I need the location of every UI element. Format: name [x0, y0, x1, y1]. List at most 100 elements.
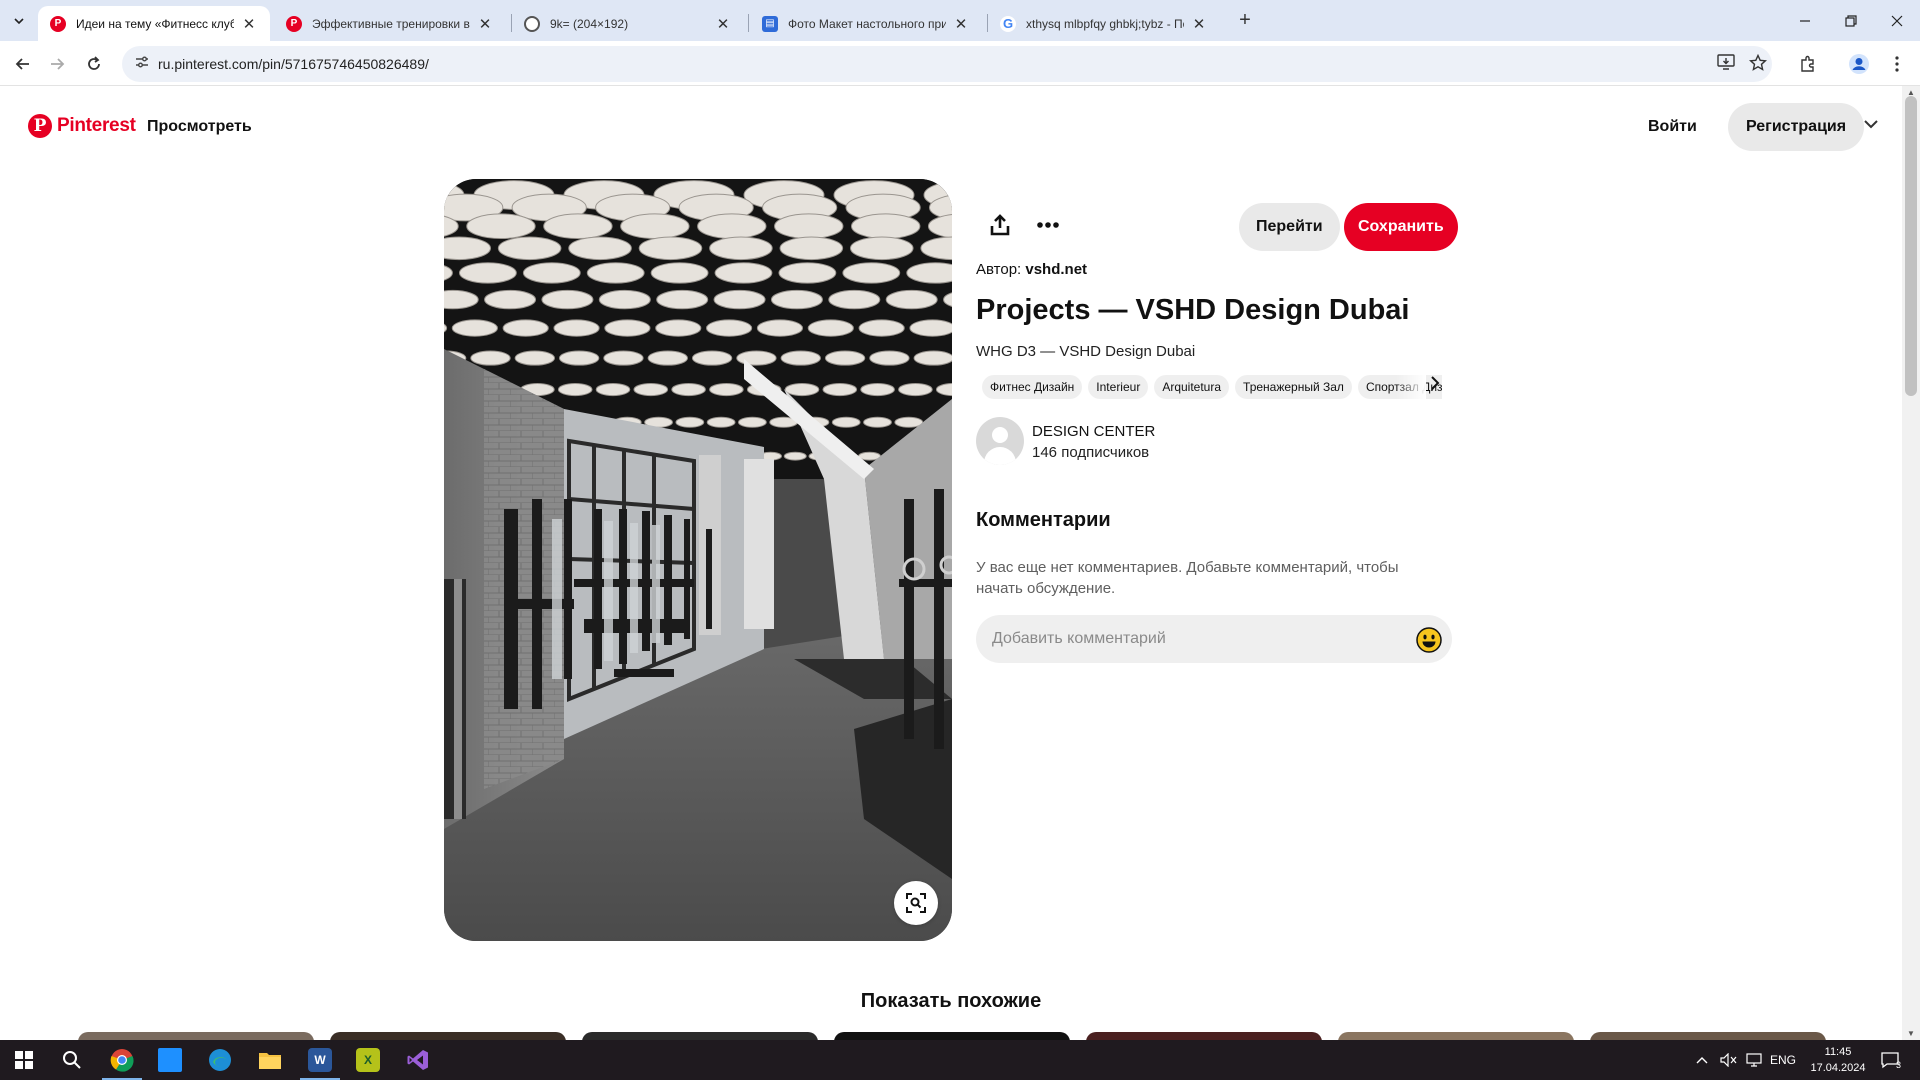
pinterest-logo[interactable]: P Pinterest	[28, 114, 136, 138]
tab-google-search[interactable]: G xthysq mlbpfqy ghbkj;tybz - По ✕	[988, 6, 1220, 41]
ceiling-light-disc	[522, 262, 581, 284]
ceiling-light-disc	[706, 416, 736, 428]
author-site-link[interactable]: vshd.net	[1025, 261, 1087, 278]
ceiling-light-disc	[459, 262, 517, 284]
ceiling-light-disc	[860, 382, 895, 397]
forward-icon[interactable]	[40, 47, 74, 81]
ceiling-light-disc	[858, 319, 905, 337]
tag-chip[interactable]: Фитнес Дизайн	[982, 375, 1083, 399]
profile-avatar-icon[interactable]	[1842, 47, 1876, 81]
related-pin-thumbnail[interactable]	[78, 1032, 314, 1040]
signup-button[interactable]: Регистрация	[1728, 103, 1865, 151]
tab-effective-workouts[interactable]: P Эффективные тренировки в фитнес ✕	[274, 6, 506, 41]
related-pin-thumbnail[interactable]	[1590, 1032, 1826, 1040]
ceiling-light-disc	[885, 289, 938, 310]
ceiling-light-disc	[502, 319, 549, 337]
scroll-down-icon[interactable]: ▼	[1906, 1029, 1916, 1038]
close-icon[interactable]: ✕	[714, 15, 732, 33]
related-pin-thumbnail[interactable]	[330, 1032, 566, 1040]
comment-input[interactable]	[992, 615, 1392, 663]
install-app-icon[interactable]	[1716, 54, 1736, 74]
window-close-icon[interactable]	[1874, 0, 1920, 41]
excel-taskbar-icon[interactable]: X	[344, 1040, 392, 1080]
system-clock[interactable]: 11:45 17.04.2024	[1800, 1044, 1876, 1076]
chevron-right-icon[interactable]	[1430, 375, 1440, 396]
word-taskbar-icon[interactable]: W	[296, 1040, 344, 1080]
extensions-puzzle-icon[interactable]	[1791, 47, 1825, 81]
more-options-icon[interactable]	[1024, 201, 1072, 249]
ceiling-light-disc	[863, 416, 892, 428]
site-info-icon[interactable]	[132, 54, 152, 74]
ceiling-light-disc	[779, 236, 844, 261]
comment-box	[976, 615, 1452, 663]
related-pin-thumbnail[interactable]	[1086, 1032, 1322, 1040]
scrollbar-thumb[interactable]	[1905, 96, 1917, 396]
reload-icon[interactable]	[77, 47, 111, 81]
pinterest-header: P Pinterest Просмотреть Войти Регистраци…	[0, 86, 1902, 170]
tag-chip[interactable]: Interieur	[1088, 375, 1149, 399]
login-button[interactable]: Войти	[1648, 118, 1697, 136]
tab-search-chevron-icon[interactable]	[6, 8, 32, 34]
ceiling-light-disc	[558, 350, 600, 366]
author-prefix: Автор:	[976, 261, 1022, 278]
ceiling-light-disc	[828, 289, 881, 310]
windows-start-icon[interactable]	[0, 1040, 48, 1080]
tab-fitness-club[interactable]: P Идеи на тему «Фитнесс клуб» ✕	[38, 6, 270, 41]
tray-chevron-up-icon[interactable]	[1696, 1040, 1708, 1080]
network-icon[interactable]	[1745, 1040, 1763, 1080]
language-text: ENG	[1770, 1053, 1797, 1067]
creator-name[interactable]: DESIGN CENTER	[1032, 423, 1155, 440]
restore-icon[interactable]	[1828, 0, 1874, 41]
visual-search-button[interactable]	[894, 881, 938, 925]
browser-menu-icon[interactable]	[1880, 47, 1914, 81]
back-icon[interactable]	[6, 47, 40, 81]
pin-image[interactable]	[444, 179, 952, 941]
docs-icon: ▤	[762, 15, 778, 32]
save-button[interactable]: Сохранить	[1344, 203, 1458, 251]
volume-muted-icon[interactable]	[1720, 1040, 1738, 1080]
task-view-glyph	[158, 1048, 182, 1072]
file-explorer-icon[interactable]	[246, 1040, 294, 1080]
task-view-icon[interactable]	[146, 1040, 194, 1080]
chrome-taskbar-icon[interactable]	[98, 1040, 146, 1080]
avatar[interactable]	[976, 417, 1024, 465]
related-pin-thumbnail[interactable]	[1338, 1032, 1574, 1040]
comments-empty-text: У вас еще нет комментариев. Добавьте ком…	[976, 559, 1399, 597]
bookmark-star-icon[interactable]	[1748, 53, 1768, 74]
ceiling-light-disc	[656, 289, 709, 310]
language-indicator[interactable]: ENG	[1770, 1040, 1796, 1080]
related-pin-thumbnail[interactable]	[582, 1032, 818, 1040]
close-icon[interactable]: ✕	[1190, 15, 1208, 33]
minimize-icon[interactable]	[1782, 0, 1828, 41]
tag-chip[interactable]: Arquitetura	[1154, 375, 1230, 399]
close-icon[interactable]: ✕	[476, 15, 494, 33]
ceiling-light-disc	[541, 289, 594, 310]
edge-taskbar-icon[interactable]	[196, 1040, 244, 1080]
address-bar[interactable]: ru.pinterest.com/pin/571675746450826489/	[122, 46, 1772, 82]
ceiling-light-disc	[869, 350, 910, 366]
tab-app-mockup[interactable]: ▤ Фото Макет настольного прил ✕	[750, 6, 982, 41]
close-icon[interactable]: ✕	[952, 15, 970, 33]
ceiling-light-disc	[650, 262, 709, 284]
related-pin-thumbnail[interactable]	[834, 1032, 1070, 1040]
ceiling-light-disc	[824, 350, 866, 366]
share-icon[interactable]	[976, 201, 1024, 249]
emoji-icon[interactable]	[1416, 627, 1442, 653]
taskbar-search-icon[interactable]	[48, 1040, 96, 1080]
tab-image[interactable]: 9k= (204×192) ✕	[512, 6, 744, 41]
word-icon: W	[308, 1048, 332, 1072]
page-scrollbar[interactable]: ▲ ▼	[1902, 86, 1920, 1040]
ceiling-light-disc	[484, 289, 537, 310]
new-tab-button[interactable]: +	[1232, 8, 1258, 34]
explore-link[interactable]: Просмотреть	[147, 118, 252, 136]
ceiling-light-disc	[909, 319, 952, 337]
chevron-down-icon[interactable]	[1864, 116, 1878, 134]
ceiling-light-disc	[849, 236, 914, 261]
ceiling-light-disc	[671, 382, 706, 397]
tag-chip[interactable]: Тренажерный Зал	[1235, 375, 1352, 399]
close-icon[interactable]: ✕	[240, 15, 258, 33]
visit-site-button[interactable]: Перейти	[1239, 203, 1340, 251]
browser-tabstrip: P Идеи на тему «Фитнесс клуб» ✕ P Эффект…	[0, 0, 1920, 41]
notifications-icon[interactable]: 3	[1880, 1040, 1901, 1080]
visual-studio-taskbar-icon[interactable]	[394, 1040, 442, 1080]
